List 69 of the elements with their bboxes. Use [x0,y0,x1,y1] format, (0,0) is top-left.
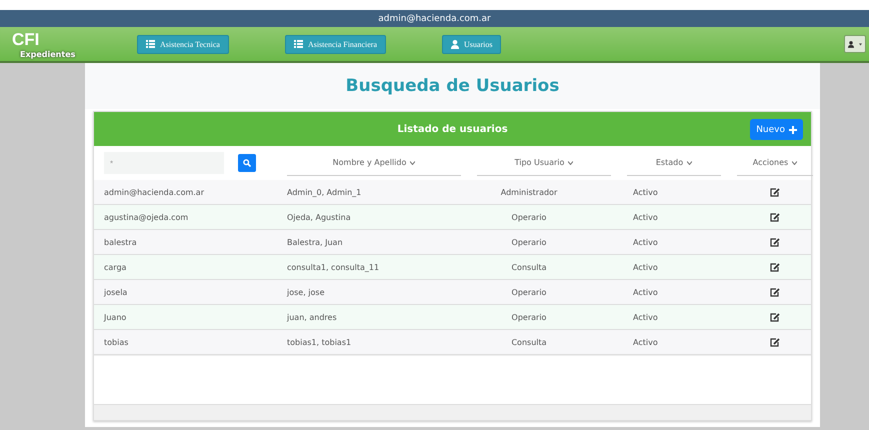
table-cell-text: Operario [510,312,548,322]
caret-icon [568,160,574,164]
user-icon [848,40,854,48]
table-cell-text: Activo [632,288,659,296]
table-cell-text: Operario [510,238,548,246]
logo-subtitle: Expedientes [19,50,76,58]
edit-icon [770,262,780,272]
table-cell-text: Balestra, Juan [286,238,344,246]
column-filter[interactable]: Acciones [737,150,813,176]
search-button[interactable] [238,154,256,172]
edit-icon [770,188,780,196]
table-cell-text: admin@hacienda.com.ar [104,188,205,196]
user-icon [451,40,460,48]
edit-icon [770,288,780,296]
table-cell-text: Activo [632,212,659,222]
table-cell-text: tobias [104,338,130,346]
table-cell-text: Juano [104,312,128,322]
table-cell-text: Consulta [510,262,548,272]
search-icon [243,159,251,167]
table-cell-text: balestra [104,238,138,246]
table-cell-text: Activo [632,188,659,196]
table-cell-text: josela [104,288,128,296]
caret-icon [687,160,692,164]
search-field[interactable]: * [104,152,224,174]
new-button[interactable]: Nuevo [750,119,803,140]
edit-icon [770,238,780,246]
edit-button[interactable] [770,312,780,322]
page-title: Busqueda de Usuarios [85,63,820,109]
caret-icon [859,42,862,46]
edit-button[interactable] [770,188,780,196]
edit-button[interactable] [770,238,780,246]
panel-title: Listado de usuarios [397,124,508,134]
nav-button[interactable]: Asistencia Tecnica [137,34,229,54]
table-cell-text: Activo [632,312,659,322]
table-cell-text: consulta1, consulta_11 [286,262,380,272]
table-cell-text: carga [104,262,128,272]
user-email: admin@hacienda.com.ar [378,14,491,24]
logo-title: CFI [12,30,40,50]
column-filter[interactable]: Tipo Usuario [477,150,611,176]
edit-icon [770,338,780,346]
nav-button[interactable]: Usuarios [442,34,502,54]
edit-icon [770,312,780,322]
column-filter[interactable]: Nombre y Apellido [287,150,461,176]
edit-button[interactable] [770,288,780,296]
table-cell-text: Activo [632,338,659,346]
plus-icon [789,126,797,134]
nav-button[interactable]: Asistencia Financiera [284,34,386,54]
table-cell-text: Activo [632,238,659,246]
list-icon [294,40,303,48]
user-menu-button[interactable] [844,35,866,53]
table-cell-text: tobias1, tobias1 [286,338,352,346]
table-cell-text: Operario [510,288,548,296]
table-cell-text: Admin_0, Admin_1 [286,188,362,196]
edit-icon [770,212,780,222]
edit-button[interactable] [770,262,780,272]
table-cell-text: juan, andres [286,312,338,322]
table-cell-text: agustina@ojeda.com [104,212,190,222]
table-cell-text: Consulta [510,338,548,346]
table-cell-text: Ojeda, Agustina [286,212,352,222]
edit-button[interactable] [770,212,780,222]
edit-button[interactable] [770,338,780,346]
table-cell-text: Administrador [500,188,558,196]
caret-icon [410,160,416,164]
list-icon [146,40,155,48]
column-filter[interactable]: Estado [627,150,721,176]
table-cell-text: Activo [632,262,659,272]
table-cell-text: Operario [510,212,548,222]
table-cell-text: jose, jose [286,288,326,296]
caret-icon [792,160,798,164]
